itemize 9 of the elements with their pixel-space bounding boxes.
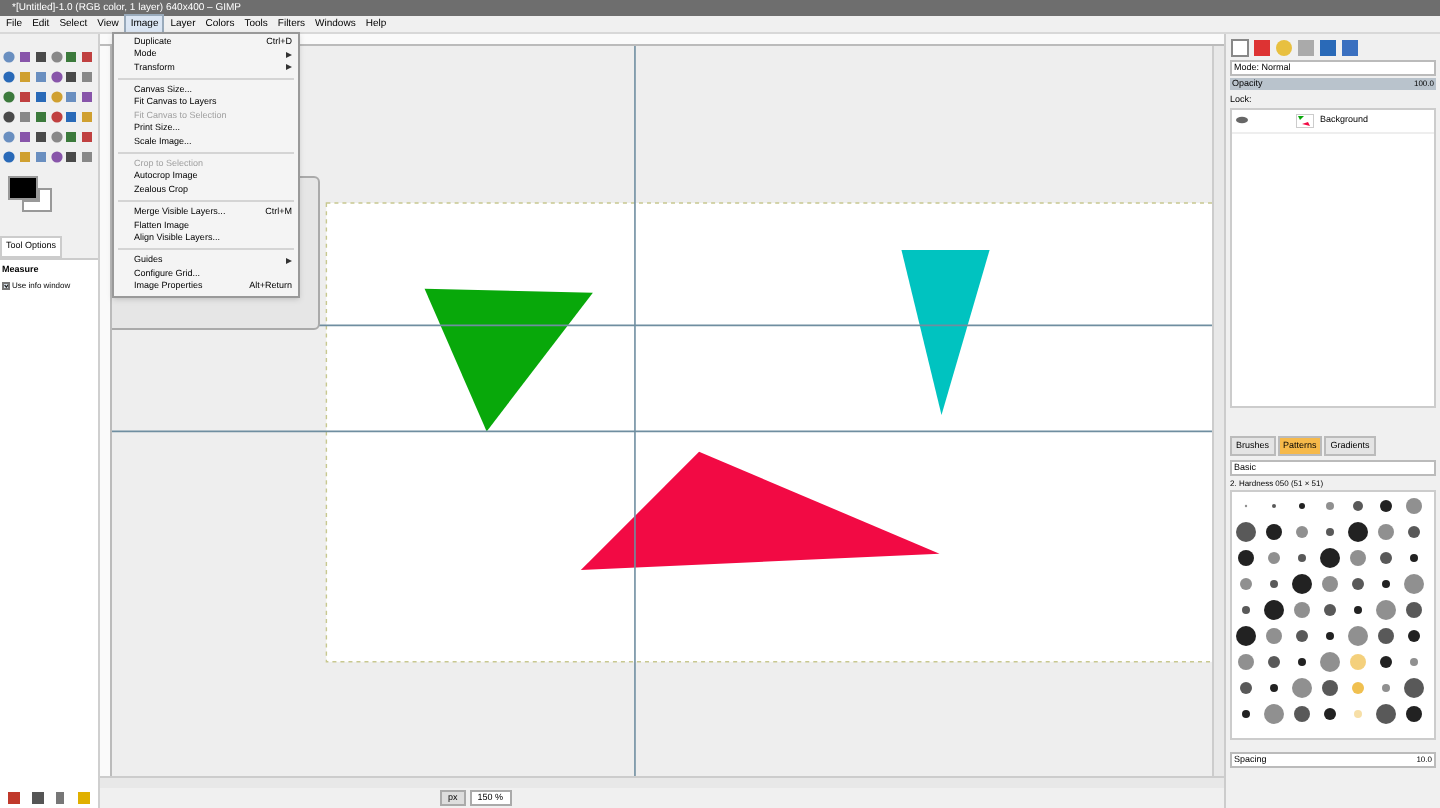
vertical-scrollbar[interactable] [1212, 46, 1224, 776]
background-color-swatch[interactable] [22, 188, 52, 212]
brush-grid[interactable] [1230, 489, 1436, 740]
visibility-icon[interactable] [1236, 116, 1248, 125]
checkbox[interactable] [2, 281, 10, 289]
horizontal-scrollbar[interactable] [100, 776, 1224, 788]
layer-thumbnail [1296, 113, 1314, 128]
foreground-color-swatch[interactable] [8, 176, 38, 200]
submenu-arrow-icon [286, 258, 292, 265]
